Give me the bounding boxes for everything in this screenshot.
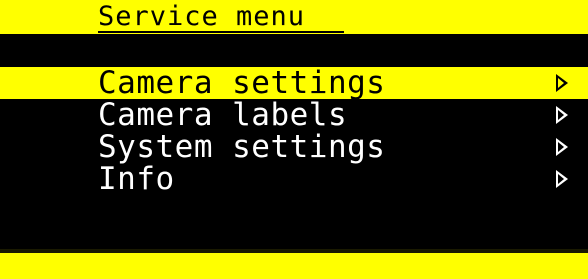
menu-item-info[interactable]: Info <box>0 163 588 195</box>
menu-item-label: Info <box>98 161 175 197</box>
arrow-right-icon <box>556 170 568 188</box>
arrow-right-icon <box>556 138 568 156</box>
arrow-right-icon <box>556 106 568 124</box>
menu-item-label: Camera labels <box>98 97 348 133</box>
service-menu-screen: Service menu Camera settings Camera labe… <box>0 0 588 279</box>
menu-item-system-settings[interactable]: System settings <box>0 131 588 163</box>
menu-item-label: System settings <box>98 129 386 165</box>
title-underline <box>98 31 344 33</box>
arrow-right-icon <box>556 74 568 92</box>
menu-item-camera-settings[interactable]: Camera settings <box>0 67 588 99</box>
menu-item-camera-labels[interactable]: Camera labels <box>0 99 588 131</box>
footer-bar <box>0 253 588 279</box>
menu-title: Service menu <box>98 1 306 32</box>
header-bar: Service menu <box>0 0 588 34</box>
menu-item-label: Camera settings <box>98 65 386 101</box>
